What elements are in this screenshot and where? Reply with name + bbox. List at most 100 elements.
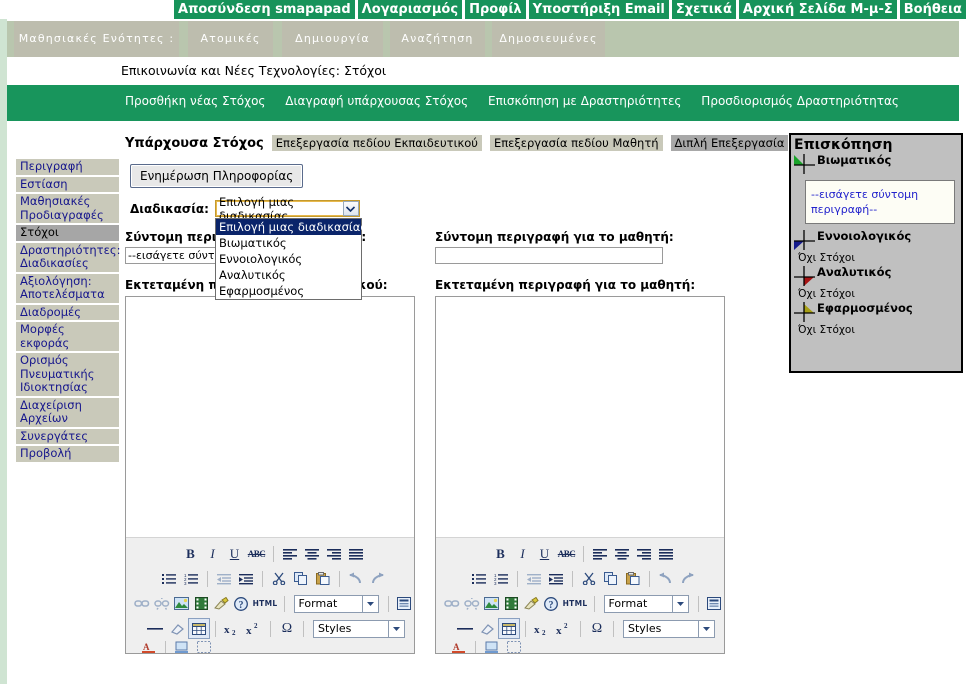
topnav-link-email-support[interactable]: Υποστήριξη Email bbox=[528, 0, 669, 19]
sidebar-item-file-management[interactable]: Διαχείριση Αρχείων bbox=[16, 397, 119, 427]
bold-icon[interactable]: B bbox=[490, 543, 512, 564]
undo-icon[interactable] bbox=[655, 568, 677, 589]
italic-icon[interactable]: I bbox=[512, 543, 534, 564]
text-color-icon[interactable]: A bbox=[138, 641, 160, 653]
topnav-link-home[interactable]: Αρχική Σελίδα Μ-μ-Σ bbox=[738, 0, 897, 19]
about-icon[interactable]: ? bbox=[542, 593, 562, 614]
sidebar-item-goals[interactable]: Στόχοι bbox=[16, 225, 119, 241]
option-select-process[interactable]: Επιλογή μιας διαδικασίας bbox=[215, 219, 367, 235]
numbered-list-icon[interactable]: 123 bbox=[490, 568, 512, 589]
topnav-link-profile[interactable]: Προφίλ bbox=[465, 0, 526, 19]
link-icon[interactable] bbox=[132, 593, 152, 614]
option-ennoiologikos[interactable]: Εννοιολογικός bbox=[216, 251, 361, 267]
superscript-icon[interactable]: x2 bbox=[553, 618, 575, 639]
copy-icon[interactable] bbox=[600, 568, 622, 589]
tab-edit-teacher-field[interactable]: Επεξεργασία πεδίου Εκπαιδευτικού bbox=[271, 135, 482, 151]
sidebar-item-evaluation-results[interactable]: Αξιολόγηση: Αποτελέσματα bbox=[16, 273, 119, 303]
action-define-activity[interactable]: Προσδιορισμός Δραστηριότητας bbox=[701, 94, 899, 108]
chevron-down-icon[interactable] bbox=[698, 620, 714, 637]
redo-icon[interactable] bbox=[367, 568, 389, 589]
align-justify-icon[interactable] bbox=[655, 543, 677, 564]
bold-icon[interactable]: B bbox=[180, 543, 202, 564]
italic-icon[interactable]: I bbox=[202, 543, 224, 564]
module-tab-published[interactable]: Δημοσιευμένες bbox=[492, 21, 605, 57]
show-blocks-icon[interactable] bbox=[193, 641, 215, 653]
page-break-icon[interactable] bbox=[394, 593, 414, 614]
horizontal-rule-icon[interactable] bbox=[144, 618, 166, 639]
tab-edit-student-field[interactable]: Επεξεργασία πεδίου Μαθητή bbox=[489, 135, 663, 151]
flash-icon[interactable] bbox=[502, 593, 522, 614]
process-select[interactable]: Επιλογή μιας διαδικασίας bbox=[214, 195, 360, 223]
tab-dual-edit[interactable]: Διπλή Επεξεργασία bbox=[670, 135, 789, 151]
align-left-icon[interactable] bbox=[279, 543, 301, 564]
indent-icon[interactable] bbox=[545, 568, 567, 589]
text-color-icon[interactable]: A bbox=[448, 641, 470, 653]
sidebar-item-description[interactable]: Περιγραφή bbox=[16, 159, 119, 175]
outdent-icon[interactable] bbox=[213, 568, 235, 589]
process-select-options[interactable]: Επιλογή μιας διαδικασίας Βιωματικός Εννο… bbox=[214, 218, 367, 300]
sidebar-item-copyright[interactable]: Ορισμός Πνευματικής Ιδιοκτησίας bbox=[16, 353, 119, 396]
teacher-editor-body[interactable] bbox=[126, 297, 414, 537]
option-viomatikos[interactable]: Βιωματικός bbox=[216, 235, 361, 251]
chevron-down-icon[interactable] bbox=[362, 595, 379, 612]
option-analytikos[interactable]: Αναλυτικός bbox=[216, 267, 361, 283]
redo-icon[interactable] bbox=[677, 568, 699, 589]
overview-entry-analytikos[interactable]: Αναλυτικός bbox=[791, 264, 961, 288]
strikethrough-icon[interactable]: ABC bbox=[556, 543, 578, 564]
action-overview-with-activities[interactable]: Επισκόπηση με Δραστηριότητες bbox=[488, 94, 681, 108]
student-short-input[interactable] bbox=[435, 247, 663, 264]
module-tab-individual[interactable]: Ατομικές bbox=[188, 21, 273, 57]
cut-icon[interactable] bbox=[268, 568, 290, 589]
chevron-down-icon[interactable] bbox=[672, 595, 689, 612]
option-efarmosmenos[interactable]: Εφαρμοσμένος bbox=[216, 283, 361, 299]
align-right-icon[interactable] bbox=[633, 543, 655, 564]
flash-icon[interactable] bbox=[192, 593, 212, 614]
sidebar-item-collaborators[interactable]: Συνεργάτες bbox=[16, 428, 119, 444]
styles-dropdown[interactable]: Styles bbox=[313, 619, 405, 638]
bg-color-icon[interactable] bbox=[171, 641, 193, 653]
sidebar-item-activities-processes[interactable]: Δραστηριότητες: Διαδικασίες bbox=[16, 242, 120, 272]
unlink-icon[interactable] bbox=[152, 593, 172, 614]
paste-icon[interactable] bbox=[312, 568, 334, 589]
align-justify-icon[interactable] bbox=[345, 543, 367, 564]
copy-icon[interactable] bbox=[290, 568, 312, 589]
format-dropdown[interactable]: Format bbox=[603, 594, 690, 613]
image-icon[interactable] bbox=[172, 593, 192, 614]
sidebar-item-learning-specs[interactable]: Μαθησιακές Προδιαγραφές bbox=[16, 194, 119, 223]
cut-icon[interactable] bbox=[578, 568, 600, 589]
underline-icon[interactable]: U bbox=[224, 543, 246, 564]
action-add-new-goal[interactable]: Προσθήκη νέας Στόχος bbox=[125, 94, 265, 108]
chevron-down-icon[interactable] bbox=[342, 201, 359, 216]
align-center-icon[interactable] bbox=[301, 543, 323, 564]
module-tab-search[interactable]: Αναζήτηση bbox=[390, 21, 485, 57]
bullet-list-icon[interactable] bbox=[158, 568, 180, 589]
styles-dropdown[interactable]: Styles bbox=[623, 619, 715, 638]
omega-icon[interactable]: Ω bbox=[276, 618, 298, 639]
align-right-icon[interactable] bbox=[323, 543, 345, 564]
subscript-icon[interactable]: x2 bbox=[221, 618, 243, 639]
module-tab-create[interactable]: Δημιουργία bbox=[282, 21, 383, 57]
format-dropdown[interactable]: Format bbox=[293, 594, 380, 613]
topnav-link-account[interactable]: Λογαριασμός bbox=[357, 0, 463, 19]
student-editor-body[interactable] bbox=[436, 297, 724, 537]
table-icon[interactable] bbox=[188, 618, 210, 639]
remove-format-icon[interactable] bbox=[522, 593, 542, 614]
align-center-icon[interactable] bbox=[611, 543, 633, 564]
show-blocks-icon[interactable] bbox=[503, 641, 525, 653]
sidebar-item-expression-forms[interactable]: Μορφές εκφοράς bbox=[16, 322, 119, 351]
overview-entry-ennoiologikos[interactable]: Εννοιολογικός bbox=[791, 228, 961, 252]
page-break-icon[interactable] bbox=[704, 593, 724, 614]
remove-format-icon[interactable] bbox=[212, 593, 232, 614]
overview-entry-efarmosmenos[interactable]: Εφαρμοσμένος bbox=[791, 300, 961, 324]
topnav-link-about[interactable]: Σχετικά bbox=[671, 0, 736, 19]
action-delete-existing-goal[interactable]: Διαγραφή υπάρχουσας Στόχος bbox=[285, 94, 468, 108]
sidebar-item-preview[interactable]: Προβολή bbox=[16, 446, 119, 462]
eraser-icon[interactable] bbox=[166, 618, 188, 639]
overview-entry-viomatikos[interactable]: Βιωματικός bbox=[791, 152, 961, 176]
image-icon[interactable] bbox=[482, 593, 502, 614]
sidebar-item-paths[interactable]: Διαδρομές bbox=[16, 304, 119, 320]
numbered-list-icon[interactable]: 123 bbox=[180, 568, 202, 589]
html-source-icon[interactable]: HTML bbox=[251, 593, 278, 614]
eraser-icon[interactable] bbox=[476, 618, 498, 639]
omega-icon[interactable]: Ω bbox=[586, 618, 608, 639]
